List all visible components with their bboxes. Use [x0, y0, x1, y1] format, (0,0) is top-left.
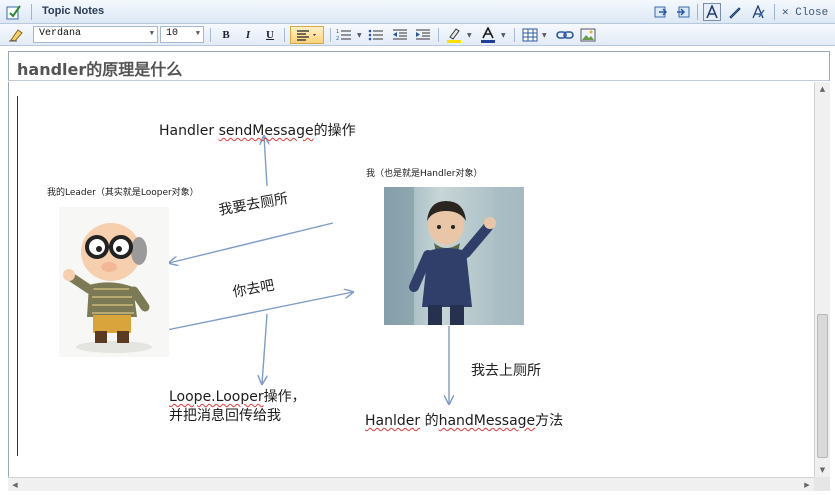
font-size-select[interactable]: 10 ▼ — [160, 26, 204, 43]
handle-message-method: handMessage — [438, 413, 536, 429]
toolbar-separator — [210, 28, 211, 42]
bullet-list-icon[interactable] — [368, 26, 384, 44]
scroll-right-icon[interactable]: ▶ — [800, 478, 814, 492]
chevron-down-icon[interactable]: ▼ — [501, 32, 506, 39]
chevron-down-icon[interactable]: ▼ — [357, 32, 362, 39]
scroll-up-icon[interactable]: ▲ — [815, 82, 830, 96]
leader-caption: 我的Leader（其实就是Looper对象） — [47, 188, 199, 198]
title-separator — [31, 4, 32, 20]
looper-label-line1: Loope.Looper操作， — [169, 386, 306, 406]
me-caption: 我（也是就是Handler对象） — [366, 169, 483, 179]
send-message-prefix: Handler — [159, 123, 219, 139]
underline-button[interactable]: U — [262, 26, 278, 44]
title-separator-3 — [774, 4, 775, 20]
clear-format-icon[interactable] — [8, 26, 24, 44]
send-message-method: sendMessage — [218, 123, 314, 139]
vertical-scroll-thumb[interactable] — [817, 314, 828, 458]
font-size-value: 10 — [166, 28, 179, 39]
scrollbar-corner — [814, 477, 830, 491]
toolbar-separator — [438, 28, 439, 42]
note-editor[interactable]: Handler sendMessage的操作 我的Leader（其实就是Loop… — [8, 82, 814, 477]
looper-suffix: 操作， — [263, 389, 306, 405]
close-button[interactable]: ✕ Close — [782, 5, 828, 19]
indent-icon[interactable] — [415, 26, 431, 44]
chevron-down-icon[interactable]: ▼ — [542, 32, 547, 39]
looper-method: Loope.Looper — [169, 389, 264, 405]
close-label: Close — [795, 7, 829, 19]
toolbar-separator — [284, 28, 285, 42]
svg-text:2: 2 — [336, 36, 339, 42]
vertical-scrollbar[interactable]: ▲ ▼ — [814, 82, 830, 477]
image-icon[interactable] — [580, 26, 596, 44]
table-icon[interactable] — [522, 26, 538, 44]
note-heading-bar[interactable]: handler的原理是什么 — [8, 51, 830, 81]
toolbar-separator — [514, 28, 515, 42]
looper-label-line2: 并把消息回传给我 — [169, 408, 281, 424]
italic-button[interactable]: I — [240, 26, 256, 44]
send-message-label: Handler sendMessage的操作 — [159, 120, 356, 140]
font-color-icon[interactable] — [480, 26, 496, 44]
align-left-button[interactable] — [290, 26, 324, 44]
send-message-suffix: 的操作 — [313, 123, 356, 139]
numbered-list-icon[interactable]: 12 — [336, 26, 352, 44]
link-icon[interactable] — [556, 26, 574, 44]
arrow-down-to-looper — [262, 313, 268, 384]
handle-message-prefix: Hanlder — [365, 413, 421, 429]
pen-mode-icon[interactable] — [726, 3, 744, 21]
kid-photo-image — [384, 187, 524, 325]
handle-message-suffix: 方法 — [535, 413, 564, 429]
chevron-down-icon: ▼ — [149, 30, 154, 38]
outdent-icon[interactable] — [392, 26, 408, 44]
scroll-left-icon[interactable]: ◀ — [8, 478, 22, 492]
font-family-value: Verdana — [39, 28, 82, 39]
format-toolbar: Verdana ▼ 10 ▼ B I U 12 ▼ ▼ ▼ ▼ — [0, 24, 835, 46]
highlight-mode-icon[interactable] — [749, 3, 767, 21]
go-toilet-label: 我去上厕所 — [471, 363, 541, 379]
window-title: Topic Notes — [42, 5, 105, 17]
leader-cartoon-image — [59, 207, 169, 357]
title-separator-2 — [697, 4, 698, 20]
chevron-down-icon[interactable]: ▼ — [467, 32, 472, 39]
text-mode-icon[interactable] — [703, 3, 721, 21]
horizontal-scrollbar[interactable]: ◀ ▶ — [8, 477, 814, 491]
chevron-down-icon: ▼ — [195, 30, 200, 38]
arrow-up-to-sendmessage — [264, 136, 267, 187]
close-icon: ✕ — [782, 7, 796, 19]
highlight-color-icon[interactable] — [446, 26, 462, 44]
import-icon[interactable] — [674, 3, 692, 21]
note-heading[interactable]: handler的原理是什么 — [17, 56, 182, 80]
handle-message-label: Hanlder 的handMessage方法 — [365, 410, 563, 430]
toolbar-separator — [330, 28, 331, 42]
font-family-select[interactable]: Verdana ▼ — [33, 26, 158, 43]
notes-app-icon[interactable] — [5, 3, 23, 21]
scroll-down-icon[interactable]: ▼ — [815, 463, 830, 477]
title-bar: Topic Notes ✕ Close — [0, 0, 835, 24]
svg-text:1: 1 — [336, 29, 339, 35]
handle-message-mid: 的 — [420, 413, 439, 429]
export-icon[interactable] — [652, 3, 670, 21]
bold-button[interactable]: B — [218, 26, 234, 44]
arrow-to-leader — [169, 222, 334, 263]
